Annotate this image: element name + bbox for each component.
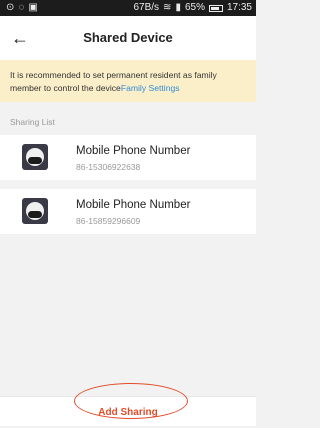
avatar bbox=[22, 144, 48, 170]
battery-percent: 65% bbox=[184, 2, 205, 13]
location-icon: ⊙ bbox=[6, 2, 15, 13]
sharing-list-label: Sharing List bbox=[10, 117, 55, 127]
message-icon: ▣ bbox=[28, 2, 38, 13]
signal-icon: ◌ bbox=[18, 2, 25, 13]
nav-bar: ← Shared Device bbox=[0, 16, 256, 60]
list-item[interactable]: Mobile Phone Number 86-15306922638 bbox=[0, 135, 256, 180]
list-item-phone: 86-15306922638 bbox=[76, 162, 141, 172]
bottom-bar: Add Sharing bbox=[0, 383, 256, 427]
list-item-phone: 86-15859296609 bbox=[76, 216, 141, 226]
recommendation-notice: It is recommended to set permanent resid… bbox=[0, 60, 256, 102]
status-bar: ⊙ ◌ ▣ 67B/s ≋ ▮ 65% 17:35 bbox=[0, 0, 256, 16]
network-speed: 67B/s bbox=[133, 2, 160, 13]
avatar bbox=[22, 198, 48, 224]
page-title: Shared Device bbox=[83, 30, 173, 45]
wifi-icon: ≋ bbox=[163, 2, 172, 13]
add-sharing-button[interactable]: Add Sharing bbox=[0, 397, 256, 427]
clock: 17:35 bbox=[226, 2, 252, 13]
battery-icon bbox=[208, 4, 223, 12]
notice-text: It is recommended to set permanent resid… bbox=[10, 70, 217, 93]
family-settings-link[interactable]: Family Settings bbox=[121, 83, 180, 93]
list-item-title: Mobile Phone Number bbox=[76, 145, 191, 157]
status-right: 67B/s ≋ ▮ 65% 17:35 bbox=[133, 0, 252, 16]
cellular-icon: ▮ bbox=[175, 2, 181, 13]
list-item[interactable]: Mobile Phone Number 86-15859296609 bbox=[0, 189, 256, 234]
list-item-title: Mobile Phone Number bbox=[76, 199, 191, 211]
status-notification-icons: ⊙ ◌ ▣ bbox=[6, 0, 38, 16]
